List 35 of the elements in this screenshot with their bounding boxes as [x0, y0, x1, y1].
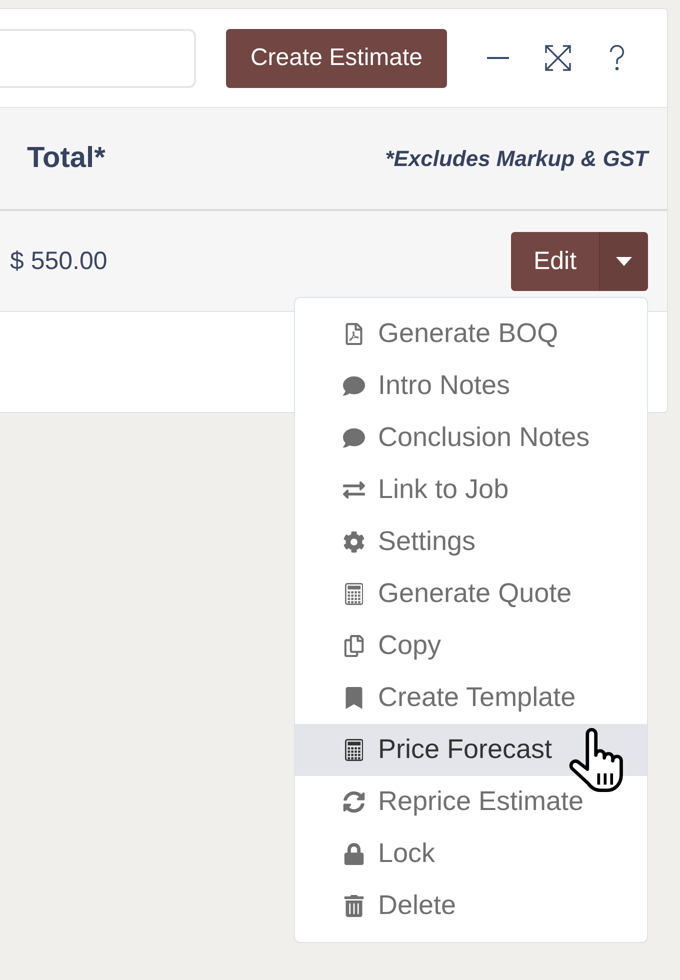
column-header: Total* — [27, 142, 106, 175]
menu-item[interactable]: Lock — [295, 828, 647, 880]
table-cell: $ 550.00 — [10, 246, 108, 276]
footnote-text: *Excludes Markup & GST — [385, 146, 648, 172]
speech-bubble-icon — [343, 426, 365, 448]
lock-icon — [343, 842, 365, 864]
caret-icon — [616, 256, 632, 266]
settings-icon — [343, 530, 365, 552]
input-field[interactable] — [0, 28, 196, 88]
dropdown-toggle-button[interactable] — [599, 232, 648, 290]
swap-arrows-icon — [343, 478, 365, 500]
menu-item[interactable]: Settings — [295, 516, 647, 568]
trash-icon — [343, 894, 365, 916]
create-estimate-button[interactable]: Create Estimate — [226, 28, 447, 88]
menu-item[interactable]: Delete — [295, 880, 647, 932]
menu-item[interactable]: Copy — [295, 620, 647, 672]
menu-item[interactable]: Create Template — [295, 672, 647, 724]
copy-icon — [343, 634, 365, 656]
calculator-icon — [344, 738, 364, 760]
hand-cursor-icon — [567, 728, 623, 792]
help-icon[interactable] — [609, 45, 625, 71]
refresh-icon — [343, 790, 365, 812]
menu-item[interactable]: Conclusion Notes — [295, 412, 647, 464]
speech-bubble-icon — [343, 374, 365, 396]
menu-item[interactable]: Generate Quote — [295, 568, 647, 620]
expand-icon[interactable] — [545, 45, 571, 71]
menu-item[interactable]: Link to Job — [295, 464, 647, 516]
menu-item[interactable]: Reprice Estimate — [295, 776, 647, 828]
menu-item[interactable]: Generate BOQ — [295, 308, 647, 360]
pdf-file-icon — [343, 322, 365, 344]
menu-item[interactable]: Intro Notes — [295, 360, 647, 412]
calculator-icon — [344, 582, 364, 604]
edit-button[interactable]: Edit — [511, 232, 599, 290]
bookmark-icon — [343, 686, 365, 708]
menu-item[interactable]: Price Forecast — [295, 724, 647, 776]
